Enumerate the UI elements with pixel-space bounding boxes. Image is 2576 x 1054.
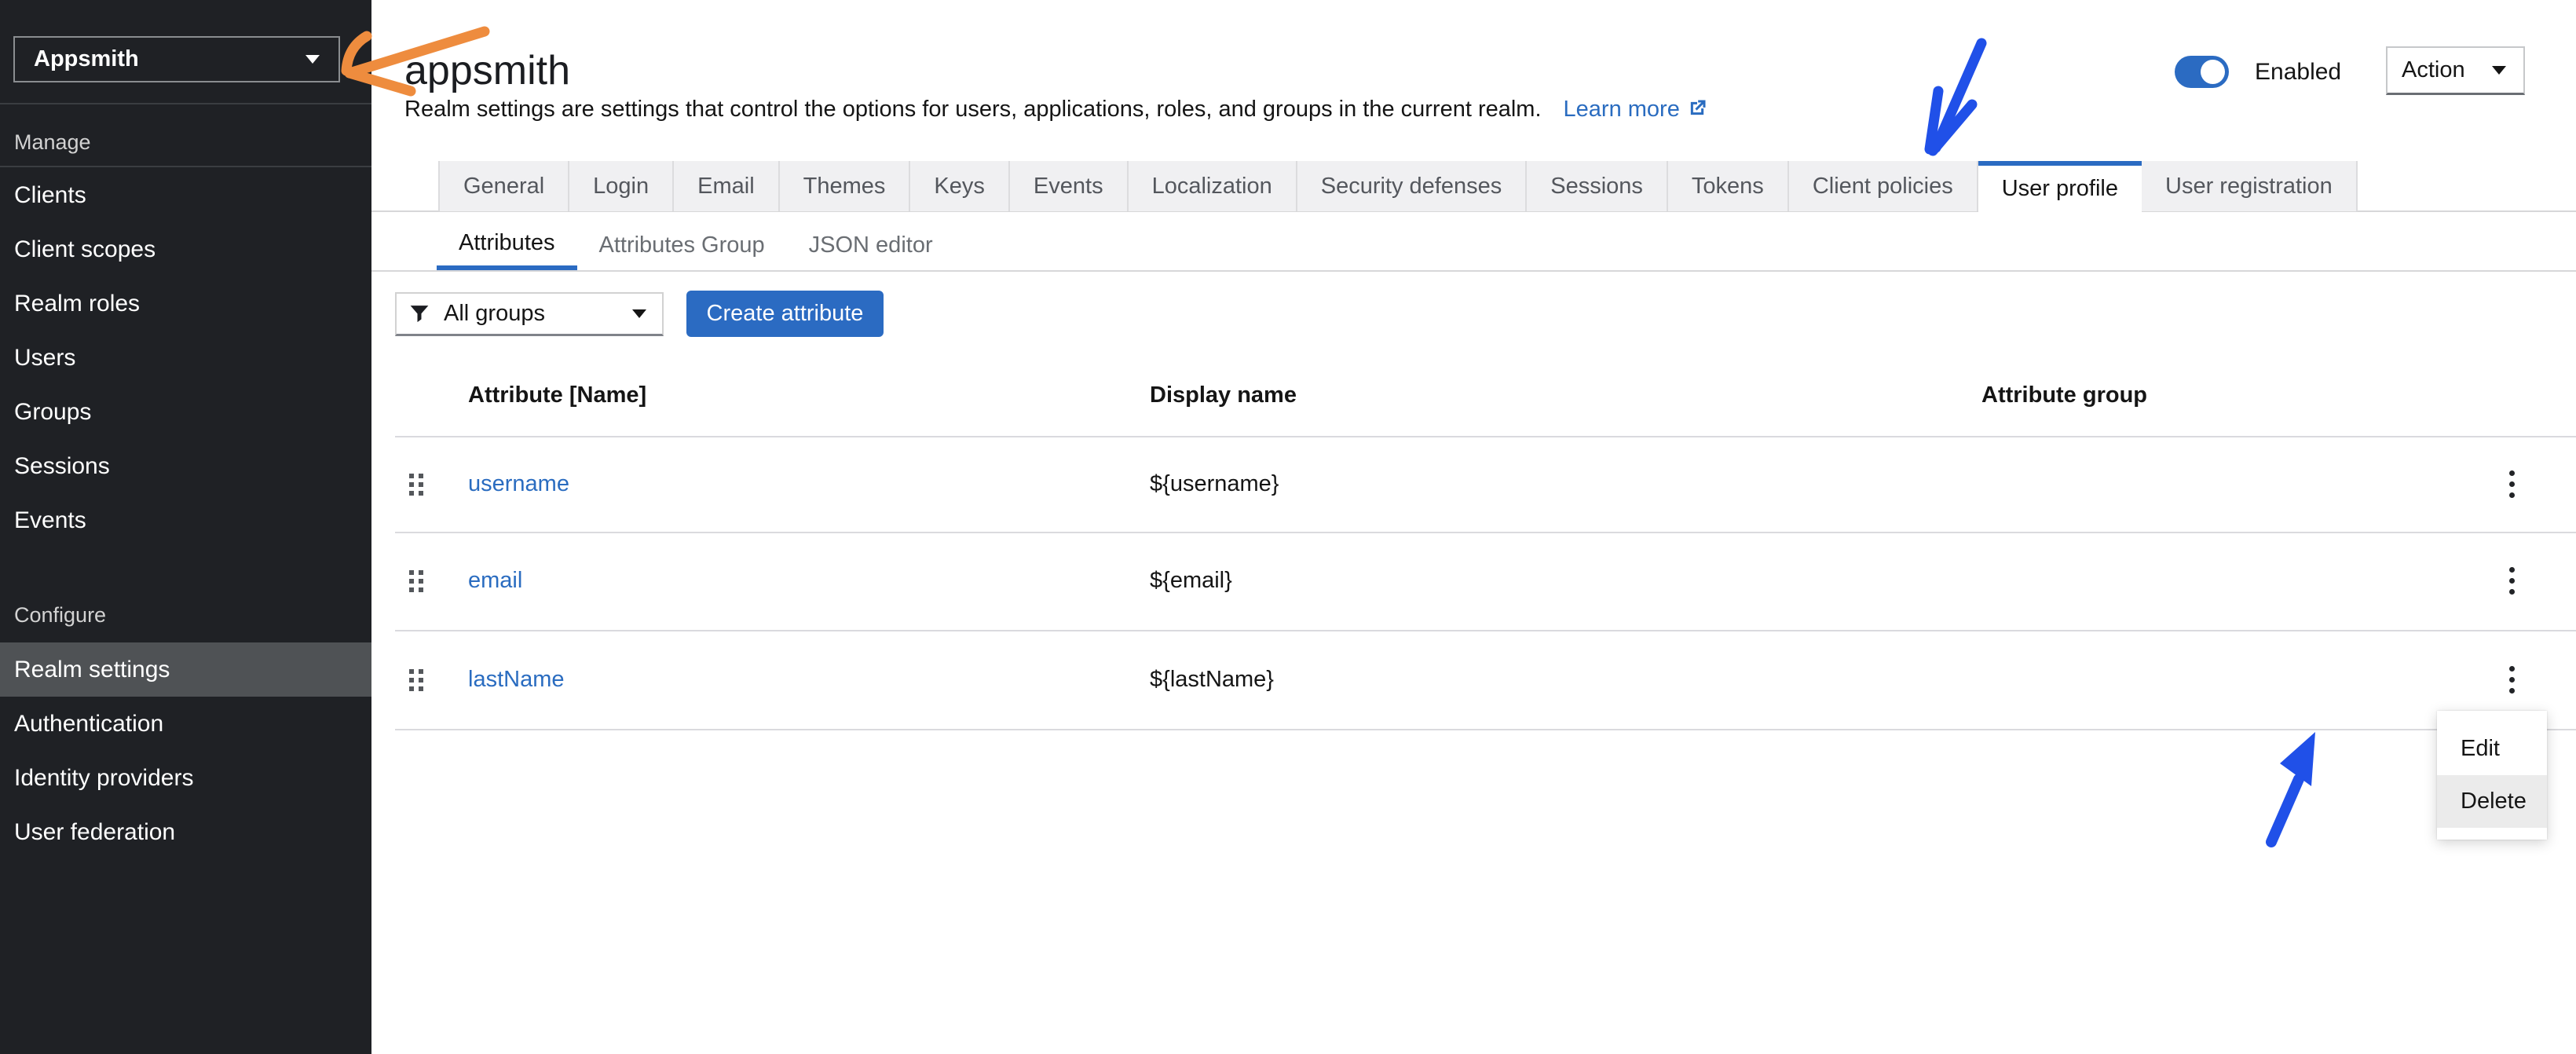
caret-down-icon <box>306 55 320 64</box>
menu-item-delete[interactable]: Delete <box>2437 775 2547 828</box>
blue-arrow-tab-annotation <box>1924 38 1987 156</box>
tab-email[interactable]: Email <box>674 161 780 211</box>
enabled-toggle[interactable] <box>2175 56 2229 88</box>
attribute-link-email[interactable]: email <box>468 568 522 594</box>
sidebar-item-authentication[interactable]: Authentication <box>0 697 371 751</box>
subtab-attributes[interactable]: Attributes <box>437 221 577 270</box>
tab-events[interactable]: Events <box>1009 161 1129 211</box>
sidebar-nav-manage: Clients Client scopes Realm roles Users … <box>0 168 371 547</box>
menu-item-edit[interactable]: Edit <box>2437 723 2547 775</box>
page-description: Realm settings are settings that control… <box>404 97 1708 123</box>
sidebar-item-user-federation[interactable]: User federation <box>0 805 371 859</box>
sidebar-item-client-scopes[interactable]: Client scopes <box>0 222 371 276</box>
sidebar-item-sessions[interactable]: Sessions <box>0 439 371 493</box>
page-description-text: Realm settings are settings that control… <box>404 97 1542 122</box>
tab-login[interactable]: Login <box>569 161 675 211</box>
caret-down-icon <box>632 309 646 318</box>
sidebar-item-groups[interactable]: Groups <box>0 385 371 439</box>
sidebar-section-configure: Configure <box>14 603 107 627</box>
sidebar-item-clients[interactable]: Clients <box>0 168 371 222</box>
sidebar-item-realm-roles[interactable]: Realm roles <box>0 276 371 331</box>
user-profile-subtabs: Attributes Attributes Group JSON editor <box>437 221 955 270</box>
table-divider <box>395 729 2576 730</box>
column-header-attribute-group: Attribute group <box>1981 382 2148 408</box>
external-link-icon <box>1690 100 1706 115</box>
table-divider <box>395 436 2576 437</box>
funnel-icon <box>410 305 429 322</box>
drag-grip-icon[interactable] <box>409 570 423 592</box>
table-divider <box>395 630 2576 631</box>
tab-keys[interactable]: Keys <box>910 161 1010 211</box>
tab-client-policies[interactable]: Client policies <box>1788 161 1978 211</box>
display-name-value: ${email} <box>1150 568 1232 593</box>
group-filter-value: All groups <box>444 301 545 326</box>
keycloak-admin-console: Appsmith Manage Clients Client scopes Re… <box>0 0 2576 1054</box>
sidebar-section-manage: Manage <box>14 130 91 154</box>
action-dropdown[interactable]: Action <box>2386 46 2525 95</box>
column-header-attribute-name: Attribute [Name] <box>468 382 647 408</box>
tab-user-profile[interactable]: User profile <box>1978 161 2142 213</box>
action-dropdown-label: Action <box>2402 57 2465 82</box>
subtab-attributes-group[interactable]: Attributes Group <box>577 221 787 270</box>
column-header-display-name: Display name <box>1150 382 1297 408</box>
tab-localization[interactable]: Localization <box>1128 161 1297 211</box>
attribute-link-username[interactable]: username <box>468 471 569 497</box>
realm-selector[interactable]: Appsmith <box>13 36 340 82</box>
group-filter-select[interactable]: All groups <box>395 292 664 336</box>
subtab-json-editor[interactable]: JSON editor <box>787 221 955 270</box>
sidebar-nav-configure: Realm settings Authentication Identity p… <box>0 642 371 859</box>
tab-security-defenses[interactable]: Security defenses <box>1297 161 1528 211</box>
sidebar-divider <box>0 103 371 104</box>
subtabs-bottom-border <box>371 270 2576 272</box>
kebab-menu-icon[interactable] <box>2502 666 2521 694</box>
sidebar: Appsmith Manage Clients Client scopes Re… <box>0 0 371 1054</box>
create-attribute-button[interactable]: Create attribute <box>686 291 884 337</box>
drag-grip-icon[interactable] <box>409 474 423 496</box>
table-divider <box>395 532 2576 533</box>
kebab-menu-icon[interactable] <box>2502 470 2521 498</box>
tab-user-registration[interactable]: User registration <box>2142 161 2358 211</box>
tab-sessions[interactable]: Sessions <box>1527 161 1668 211</box>
sidebar-item-events[interactable]: Events <box>0 493 371 547</box>
row-context-menu: Edit Delete <box>2437 711 2547 840</box>
caret-down-icon <box>2492 66 2506 75</box>
enabled-label: Enabled <box>2255 59 2342 85</box>
tab-themes[interactable]: Themes <box>779 161 911 211</box>
tab-tokens[interactable]: Tokens <box>1667 161 1789 211</box>
sidebar-divider <box>0 166 371 167</box>
realm-settings-tabs: General Login Email Themes Keys Events L… <box>438 161 2358 213</box>
sidebar-item-users[interactable]: Users <box>0 331 371 385</box>
page-title: appsmith <box>404 48 570 93</box>
drag-grip-icon[interactable] <box>409 669 423 691</box>
sidebar-item-identity-providers[interactable]: Identity providers <box>0 751 371 805</box>
toggle-knob <box>2201 60 2225 84</box>
display-name-value: ${lastName} <box>1150 667 1274 692</box>
blue-arrow-menu-annotation <box>2266 732 2315 847</box>
display-name-value: ${username} <box>1150 471 1279 496</box>
sidebar-item-realm-settings[interactable]: Realm settings <box>0 642 371 697</box>
tab-general[interactable]: General <box>438 161 570 211</box>
kebab-menu-icon[interactable] <box>2502 567 2521 595</box>
attribute-link-lastname[interactable]: lastName <box>468 667 565 693</box>
learn-more-link[interactable]: Learn more <box>1564 97 1708 122</box>
realm-selector-value: Appsmith <box>34 46 139 71</box>
